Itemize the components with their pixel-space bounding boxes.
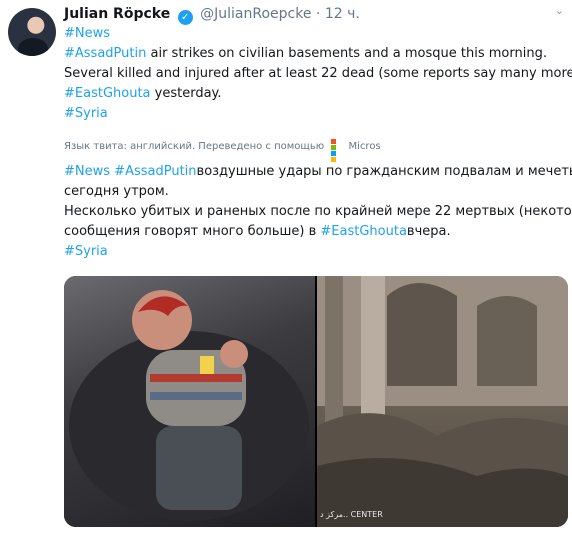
translation-provider[interactable]: Micros <box>349 141 381 152</box>
translated-text-segment: вчера. <box>406 224 451 239</box>
microsoft-logo-icon <box>331 139 342 162</box>
media-watermark: مركز د.. CENTER <box>320 510 383 519</box>
translated-text-segment: Несколько убитых и раненых после по край… <box>64 204 572 219</box>
hashtag-syria[interactable]: #Syria <box>64 106 108 121</box>
hashtag-syria[interactable]: #Syria <box>64 244 108 259</box>
tweet-text-segment: Several killed and injured after at leas… <box>64 66 572 81</box>
translated-text-segment: сегодня утром. <box>64 184 169 199</box>
author-handle[interactable]: @JulianRoepcke <box>200 6 311 22</box>
tweet-timestamp[interactable]: 12 ч. <box>325 6 360 22</box>
tweet-text-segment: yesterday. <box>150 86 222 101</box>
hashtag-news[interactable]: #News <box>64 164 110 179</box>
hashtag-eastghouta[interactable]: #EastGhouta <box>320 224 407 239</box>
tweet-header: Julian Röpcke ✓ @JulianRoepcke · 12 ч. <box>64 6 564 26</box>
tweet-media: مركز د.. CENTER <box>64 276 568 527</box>
photo-destroyed-mosque[interactable] <box>317 276 568 527</box>
separator-dot: · <box>315 6 321 22</box>
hashtag-news[interactable]: #News <box>64 26 110 41</box>
hashtag-assadputin[interactable]: #AssadPutin <box>64 46 146 61</box>
hashtag-eastghouta[interactable]: #EastGhouta <box>64 86 151 101</box>
tweet-translated-text: #News #AssadPutinвоздушные удары по граж… <box>64 162 572 262</box>
translated-text-segment: сообщения говорят много больше) в <box>64 224 321 239</box>
author-avatar[interactable] <box>8 8 56 56</box>
translation-attribution: Язык твита: английский. Переведено с пом… <box>64 139 381 162</box>
author-name[interactable]: Julian Röpcke <box>64 6 170 22</box>
chevron-down-icon[interactable]: ⌄ <box>555 4 564 17</box>
translated-text-segment: воздушные удары по гражданским подвалам … <box>196 164 572 179</box>
tweet-text-segment: air strikes on civilian basements and a … <box>146 46 547 61</box>
photo-destroyed-mosque-art <box>317 276 568 527</box>
translation-label: Язык твита: английский. Переведено с пом… <box>64 141 325 152</box>
hashtag-assadputin[interactable]: #AssadPutin <box>114 164 196 179</box>
tweet-original-text: #News #AssadPutin air strikes on civilia… <box>64 24 572 124</box>
verified-badge-icon: ✓ <box>177 10 193 25</box>
photo-injured-child[interactable] <box>64 276 315 527</box>
photo-injured-child-art <box>69 290 309 521</box>
